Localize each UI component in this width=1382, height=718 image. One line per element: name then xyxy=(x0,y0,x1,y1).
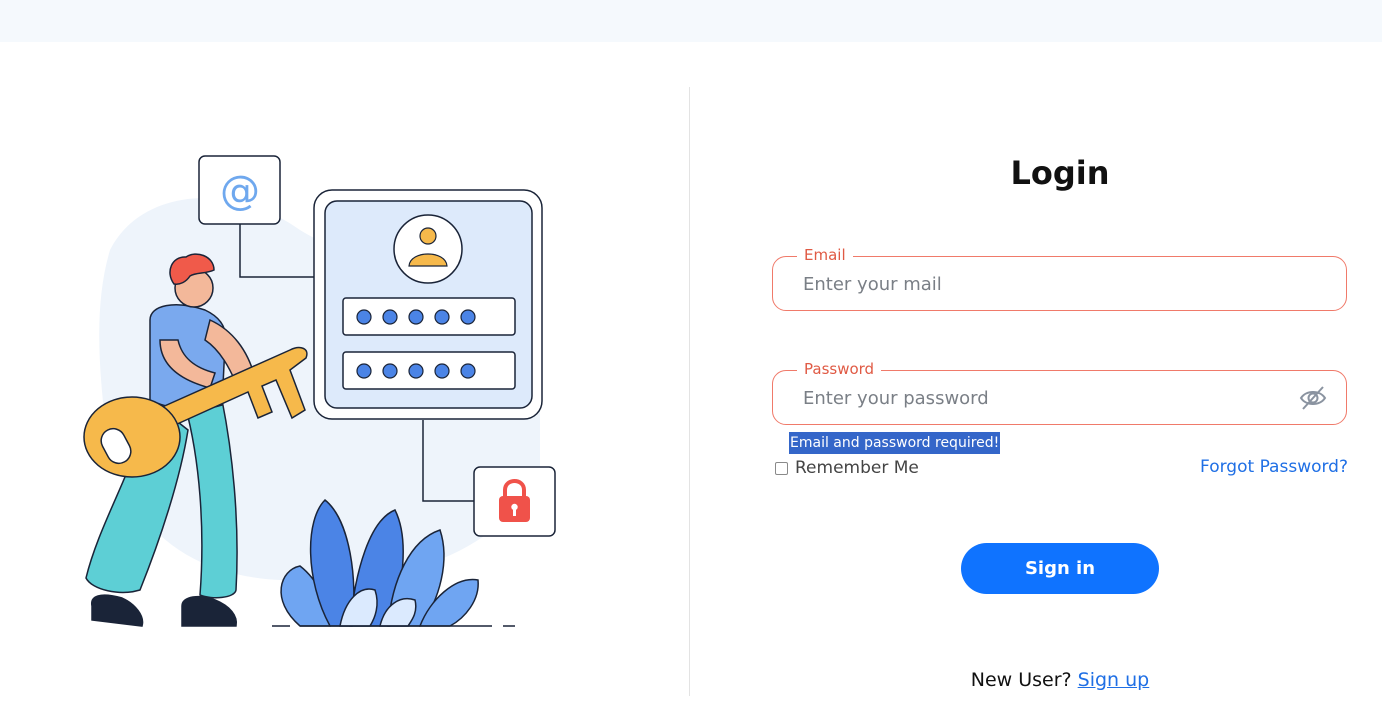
email-label: Email xyxy=(797,245,853,265)
signup-line: New User? Sign up xyxy=(960,669,1160,691)
user-avatar-icon xyxy=(393,214,463,284)
top-bar xyxy=(0,0,1382,42)
forgot-password-link[interactable]: Forgot Password? xyxy=(1200,457,1348,477)
password-field[interactable]: Password xyxy=(772,359,1347,425)
password-label: Password xyxy=(797,359,882,379)
login-illustration: @ xyxy=(83,155,556,627)
login-panel-graphic xyxy=(313,189,543,420)
password-input[interactable] xyxy=(803,385,1273,411)
email-input[interactable] xyxy=(803,271,1273,297)
page-title: Login xyxy=(1010,154,1110,192)
remember-me[interactable]: Remember Me xyxy=(775,458,919,478)
error-message: Email and password required! xyxy=(789,432,1001,454)
at-sign-icon: @ xyxy=(198,155,281,225)
svg-text:@: @ xyxy=(220,168,260,214)
eye-off-icon[interactable] xyxy=(1298,383,1328,413)
signup-prompt: New User? xyxy=(970,669,1072,691)
sign-in-button[interactable]: Sign in xyxy=(961,543,1159,594)
remember-label: Remember Me xyxy=(795,458,919,478)
padlock-icon xyxy=(473,466,556,537)
sign-up-link[interactable]: Sign up xyxy=(1078,669,1150,691)
remember-checkbox[interactable] xyxy=(775,461,788,475)
vertical-divider xyxy=(689,87,690,696)
email-field[interactable]: Email xyxy=(772,245,1347,311)
